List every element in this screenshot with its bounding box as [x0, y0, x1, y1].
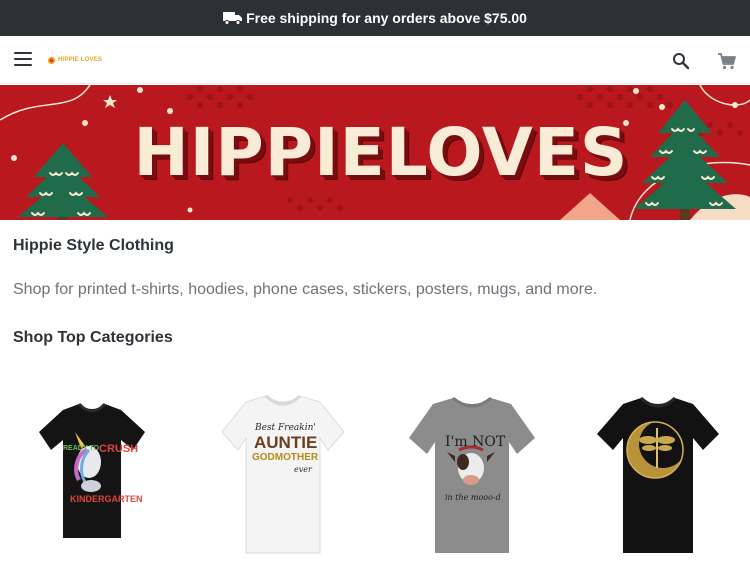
category-card[interactable] [583, 388, 733, 563]
hamburger-menu-icon[interactable] [14, 52, 32, 66]
intro-heading: Hippie Style Clothing [13, 237, 174, 254]
svg-text:ever: ever [294, 465, 313, 474]
svg-text:Best Freakin': Best Freakin' [254, 423, 316, 433]
svg-text:GODMOTHER: GODMOTHER [252, 452, 319, 463]
search-icon[interactable] [672, 52, 690, 70]
svg-text:in the mooo-d: in the mooo-d [445, 493, 501, 502]
site-header: HIPPIE LOVES [0, 36, 750, 84]
svg-text:READY TO: READY TO [63, 445, 99, 452]
shopping-cart-icon[interactable] [717, 51, 737, 71]
category-card[interactable]: READY TO CRUSH KINDERGARTEN [17, 388, 167, 563]
tshirt-image: READY TO CRUSH KINDERGARTEN [39, 402, 145, 538]
categories-heading: Shop Top Categories [13, 329, 173, 346]
category-card[interactable]: I'm NOT in the mooo-d [397, 388, 547, 563]
svg-text:CRUSH: CRUSH [99, 443, 138, 455]
truck-icon [223, 12, 243, 25]
logo[interactable]: HIPPIE LOVES [47, 54, 102, 66]
category-card[interactable]: Best Freakin' AUNTIE GODMOTHER ever [208, 388, 358, 563]
intro-description: Shop for printed t-shirts, hoodies, phon… [13, 281, 598, 298]
announcement-text: Free shipping for any orders above $75.0… [246, 10, 527, 26]
logo-mark-icon [47, 56, 56, 64]
svg-text:AUNTIE: AUNTIE [254, 433, 317, 452]
announcement-bar: Free shipping for any orders above $75.0… [0, 0, 750, 36]
svg-text:KINDERGARTEN: KINDERGARTEN [70, 494, 143, 504]
hero-banner[interactable]: HIPPIELOVES [0, 85, 750, 220]
tshirt-image [597, 396, 719, 553]
banner-title: HIPPIELOVES [133, 114, 629, 191]
tshirt-image: Best Freakin' AUNTIE GODMOTHER ever [221, 394, 345, 554]
tshirt-image: I'm NOT in the mooo-d [409, 396, 535, 553]
logo-text: HIPPIE LOVES [58, 57, 103, 63]
